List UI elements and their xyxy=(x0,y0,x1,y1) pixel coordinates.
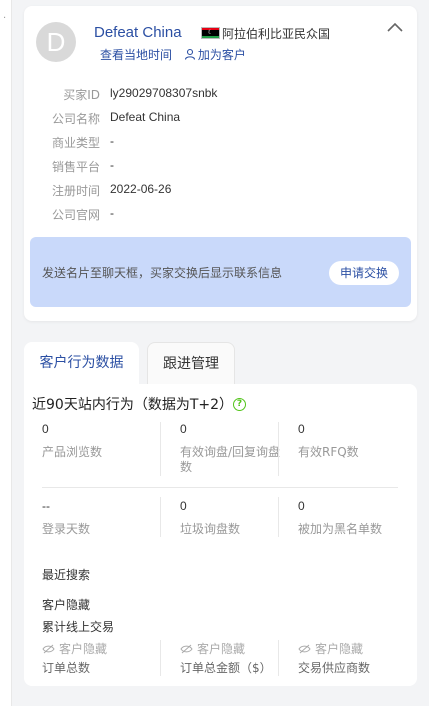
eye-slash-icon xyxy=(180,644,193,654)
request-exchange-button[interactable]: 申请交换 xyxy=(329,261,399,285)
info-value: ly29029708307snbk xyxy=(110,86,218,100)
tab-customer-behavior[interactable]: 客户行为数据 xyxy=(24,342,139,386)
stat-spam-inquiries: 0 垃圾询盘数 xyxy=(180,499,298,537)
buyer-info-card: D Defeat China ☾ 阿拉伯利比亚民众国 查看当地时间 加为客户 买… xyxy=(24,6,417,321)
info-value: - xyxy=(110,206,114,220)
divider xyxy=(42,487,398,488)
chevron-up-icon[interactable] xyxy=(386,20,404,34)
online-trade-label: 累计线上交易 xyxy=(42,620,115,634)
user-icon xyxy=(184,48,195,60)
stat-login-days: -- 登录天数 xyxy=(42,499,160,537)
hidden-label: 订单总数 xyxy=(42,661,91,675)
stat-blacklisted: 0 被加为黑名单数 xyxy=(298,499,416,537)
stat-label: 被加为黑名单数 xyxy=(298,522,383,536)
stat-value: 0 xyxy=(298,422,305,436)
stat-label: 登录天数 xyxy=(42,522,91,536)
eye-slash-icon xyxy=(42,644,55,654)
left-panel-edge: · xyxy=(0,0,12,706)
more-dots-icon[interactable]: · xyxy=(3,14,6,24)
hidden-label: 交易供应商数 xyxy=(298,661,371,675)
hidden-status: 客户隐藏 xyxy=(315,642,364,656)
divider xyxy=(278,422,279,476)
stat-label: 有效RFQ数 xyxy=(298,445,359,459)
stat-label: 产品浏览数 xyxy=(42,445,103,459)
help-icon[interactable]: ? xyxy=(233,398,246,411)
section-title: 近90天站内行为（数据为T+2） xyxy=(32,397,234,413)
divider xyxy=(160,640,161,676)
hidden-label: 订单总金额（$） xyxy=(180,661,272,675)
info-label: 销售平台 xyxy=(51,160,100,174)
info-row-company-name: 公司名称 Defeat China xyxy=(24,110,417,130)
stat-value: 0 xyxy=(180,422,187,436)
company-name[interactable]: Defeat China xyxy=(94,24,182,41)
info-value: - xyxy=(110,158,114,172)
info-label: 注册时间 xyxy=(51,184,100,198)
behavior-data-panel: 近90天站内行为（数据为T+2） ? 0 产品浏览数 0 有效询盘/回复询盘数 … xyxy=(24,384,417,686)
stat-product-views: 0 产品浏览数 xyxy=(42,422,160,460)
info-row-website: 公司官网 - xyxy=(24,206,417,226)
divider xyxy=(278,640,279,676)
info-row-register-date: 注册时间 2022-06-26 xyxy=(24,182,417,202)
exchange-card-banner: 发送名片至聊天框，买家交换后显示联系信息 申请交换 xyxy=(30,237,411,307)
divider xyxy=(160,497,161,537)
country-name: 阿拉伯利比亚民众国 xyxy=(222,27,331,41)
tab-follow-up[interactable]: 跟进管理 xyxy=(147,342,235,386)
stat-value: 0 xyxy=(298,499,305,513)
info-label: 公司官网 xyxy=(51,208,100,222)
info-label: 商业类型 xyxy=(51,136,100,150)
local-time-link[interactable]: 查看当地时间 xyxy=(100,46,172,63)
info-label: 买家ID xyxy=(63,88,100,102)
info-label: 公司名称 xyxy=(51,112,100,126)
stat-value: -- xyxy=(42,499,50,513)
add-customer-label: 加为客户 xyxy=(197,48,246,62)
stat-valid-inquiries: 0 有效询盘/回复询盘数 xyxy=(180,422,285,475)
hidden-supplier-count: 客户隐藏 交易供应商数 xyxy=(298,640,416,676)
info-value: 2022-06-26 xyxy=(110,182,172,196)
hidden-status: 客户隐藏 xyxy=(197,642,246,656)
hidden-status: 客户隐藏 xyxy=(59,642,108,656)
eye-slash-icon xyxy=(298,644,311,654)
stat-label: 垃圾询盘数 xyxy=(180,522,241,536)
stat-valid-rfq: 0 有效RFQ数 xyxy=(298,422,416,460)
stat-value: 0 xyxy=(42,422,49,436)
hidden-order-count: 客户隐藏 订单总数 xyxy=(42,640,160,676)
add-customer-link[interactable]: 加为客户 xyxy=(184,46,246,63)
recent-search-label: 最近搜索 xyxy=(42,568,91,582)
info-value: - xyxy=(110,134,114,148)
exchange-hint: 发送名片至聊天框，买家交换后显示联系信息 xyxy=(42,266,283,280)
info-value: Defeat China xyxy=(110,110,181,124)
stat-label: 有效询盘/回复询盘数 xyxy=(180,445,281,474)
divider xyxy=(278,497,279,537)
avatar: D xyxy=(36,22,76,62)
info-row-buyer-id: 买家ID ly29029708307snbk xyxy=(24,86,417,106)
info-row-business-type: 商业类型 - xyxy=(24,134,417,154)
stat-value: 0 xyxy=(180,499,187,513)
hidden-order-amount: 客户隐藏 订单总金额（$） xyxy=(180,640,298,676)
info-row-sales-platform: 销售平台 - xyxy=(24,158,417,178)
divider xyxy=(160,422,161,476)
recent-search-value: 客户隐藏 xyxy=(42,598,91,612)
libya-flag-icon: ☾ xyxy=(201,27,220,39)
